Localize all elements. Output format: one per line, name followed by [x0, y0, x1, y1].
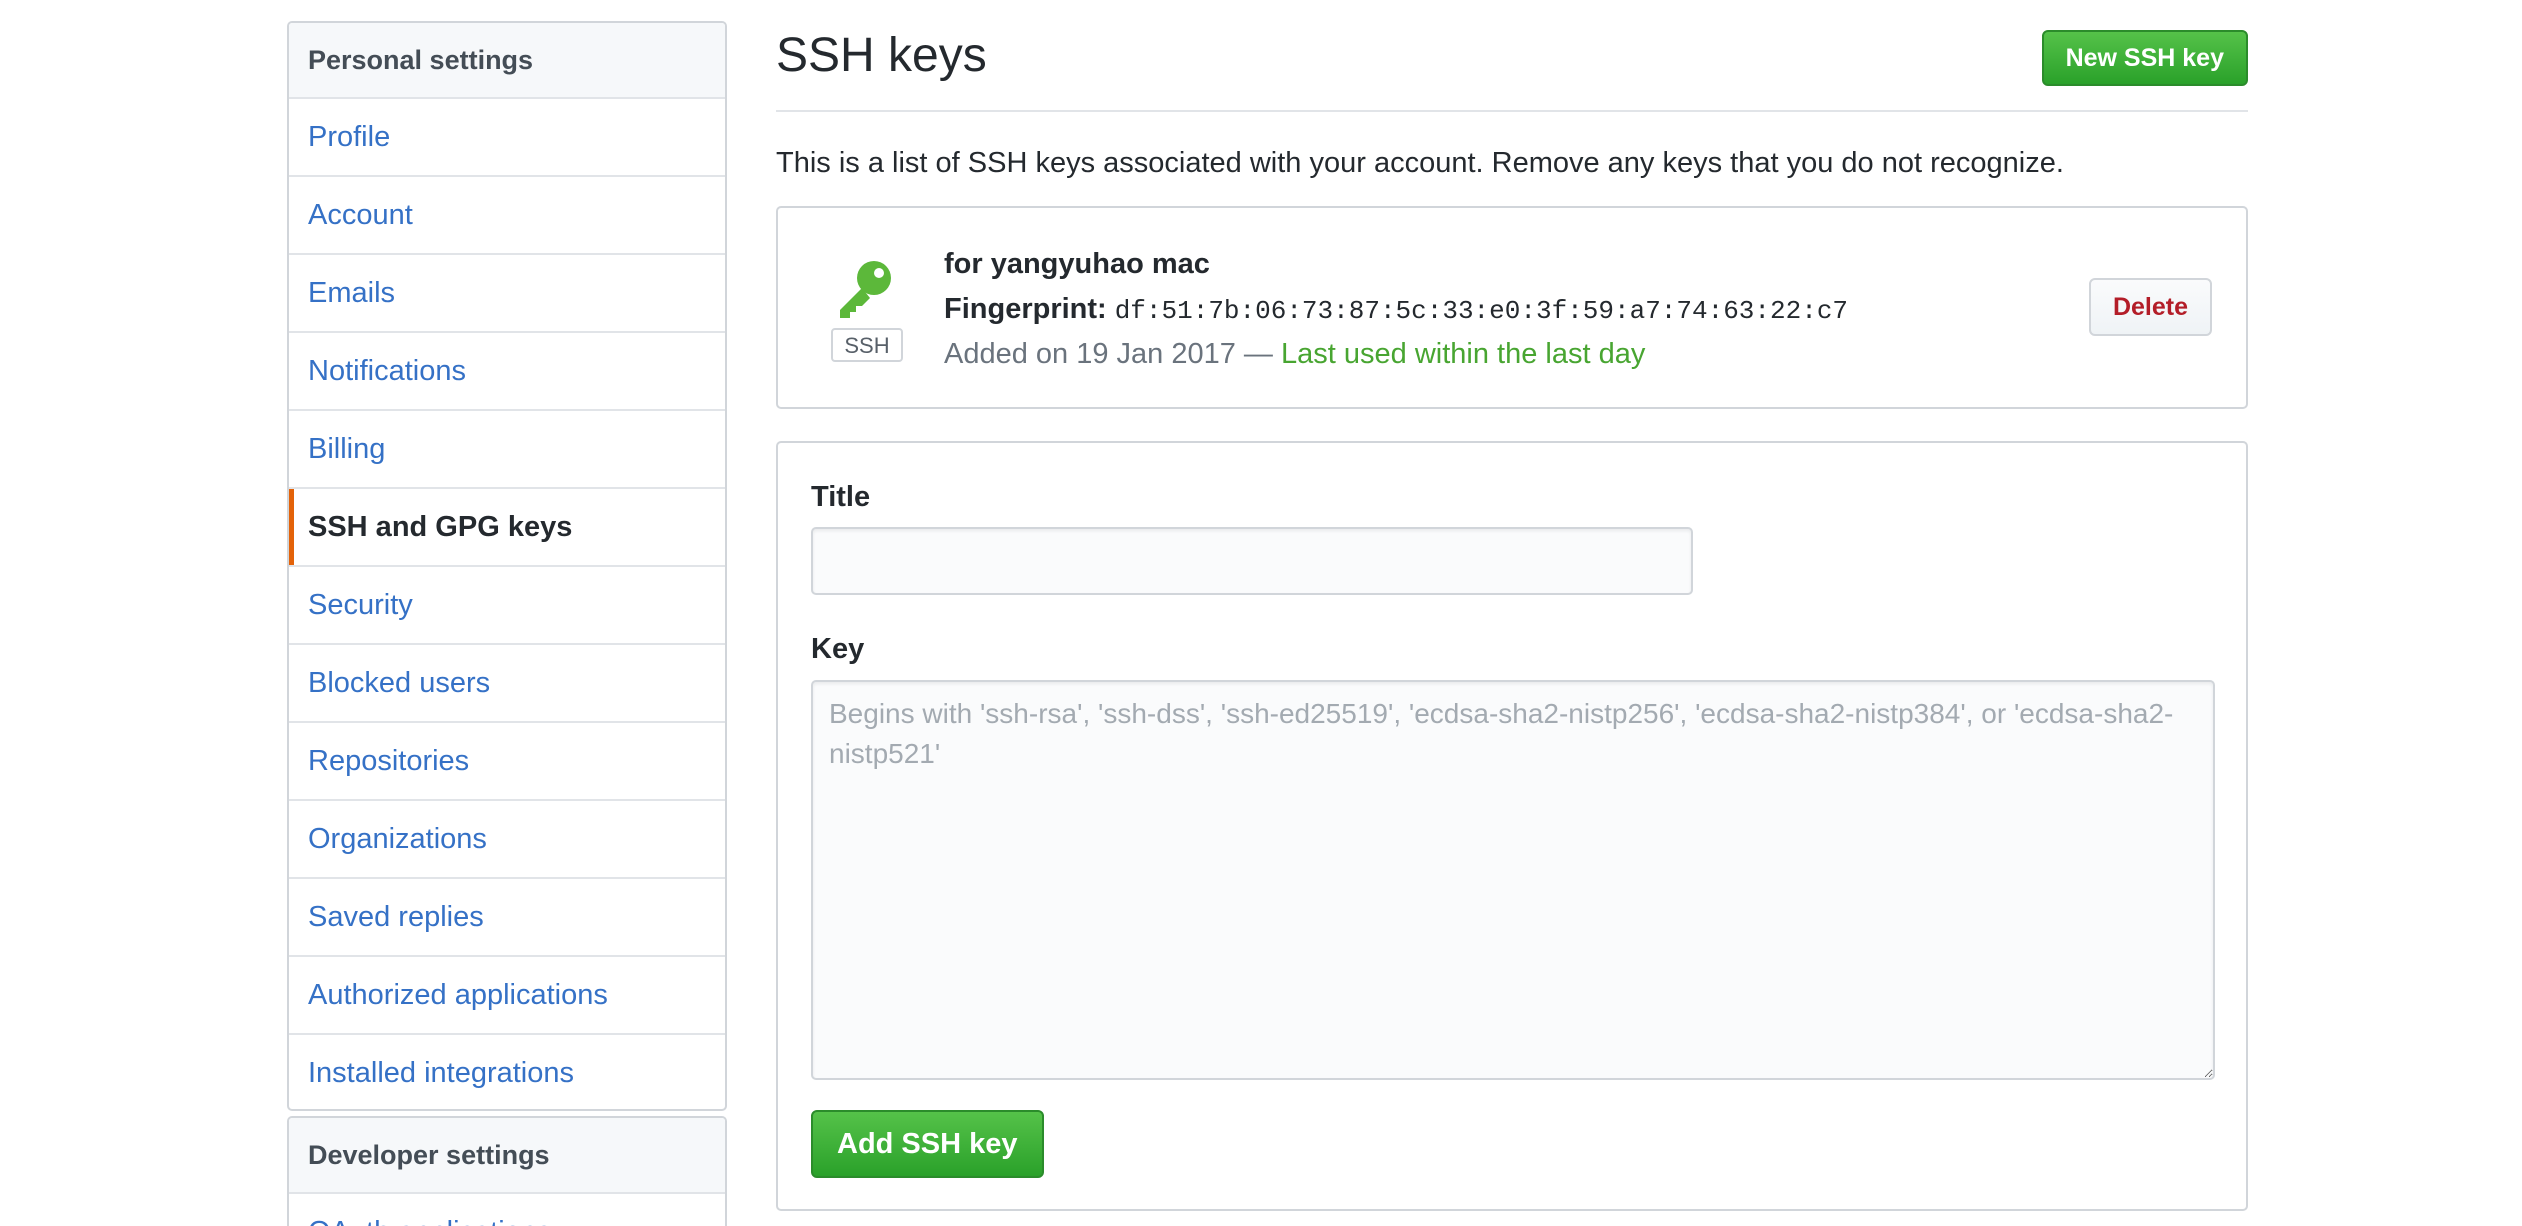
personal-settings-menu: Personal settings Profile Account Emails… — [287, 21, 727, 1111]
new-key-form: Title Key Add SSH key — [776, 441, 2248, 1211]
new-ssh-key-button[interactable]: New SSH key — [2041, 30, 2248, 86]
sidebar-item-notifications[interactable]: Notifications — [289, 333, 725, 411]
sidebar-item-saved-replies[interactable]: Saved replies — [289, 879, 725, 957]
key-type-label: SSH — [831, 328, 903, 362]
key-title: for yangyuhao mac — [944, 248, 1210, 280]
fingerprint-value: df:51:7b:06:73:87:5c:33:e0:3f:59:a7:74:6… — [1114, 296, 1849, 326]
sidebar-item-blocked-users[interactable]: Blocked users — [289, 645, 725, 723]
sidebar-item-oauth-applications[interactable]: OAuth applications — [289, 1194, 725, 1226]
delete-key-button[interactable]: Delete — [2088, 278, 2212, 336]
key-textarea[interactable] — [811, 680, 2215, 1080]
sidebar-item-ssh-gpg-keys[interactable]: SSH and GPG keys — [289, 489, 725, 567]
key-label: Key — [811, 633, 865, 665]
subhead: SSH keys New SSH key — [776, 0, 2248, 112]
page: Personal settings Profile Account Emails… — [0, 0, 2522, 1226]
add-ssh-key-button[interactable]: Add SSH key — [811, 1110, 1044, 1178]
sidebar-item-organizations[interactable]: Organizations — [289, 801, 725, 879]
ssh-key-item: SSH for yangyuhao mac Fingerprint: df:51:… — [776, 206, 2248, 409]
key-fingerprint: Fingerprint: df:51:7b:06:73:87:5c:33:e0:3… — [944, 293, 1848, 326]
sidebar-item-billing[interactable]: Billing — [289, 411, 725, 489]
menu-heading: Developer settings — [289, 1118, 725, 1194]
key-added-date: Added on 19 Jan 2017 — — [944, 338, 1273, 370]
page-title: SSH keys — [776, 29, 987, 82]
key-last-used: Last used within the last day — [1281, 338, 1646, 370]
sidebar-item-installed-integrations[interactable]: Installed integrations — [289, 1035, 725, 1109]
sidebar-item-repositories[interactable]: Repositories — [289, 723, 725, 801]
sidebar-item-authorized-applications[interactable]: Authorized applications — [289, 957, 725, 1035]
developer-settings-menu: Developer settings OAuth applications — [287, 1116, 727, 1226]
sidebar-item-profile[interactable]: Profile — [289, 99, 725, 177]
sidebar-item-account[interactable]: Account — [289, 177, 725, 255]
intro-text: This is a list of SSH keys associated wi… — [776, 147, 2064, 179]
key-meta: Added on 19 Jan 2017 — Last used within … — [944, 338, 1645, 371]
sidebar-item-security[interactable]: Security — [289, 567, 725, 645]
fingerprint-label: Fingerprint: — [944, 293, 1107, 325]
title-input[interactable] — [811, 527, 1693, 595]
key-icon — [840, 261, 891, 318]
menu-heading: Personal settings — [289, 23, 725, 99]
main-content: SSH keys New SSH key This is a list of S… — [776, 0, 2248, 1211]
sidebar-item-emails[interactable]: Emails — [289, 255, 725, 333]
title-label: Title — [811, 481, 871, 513]
